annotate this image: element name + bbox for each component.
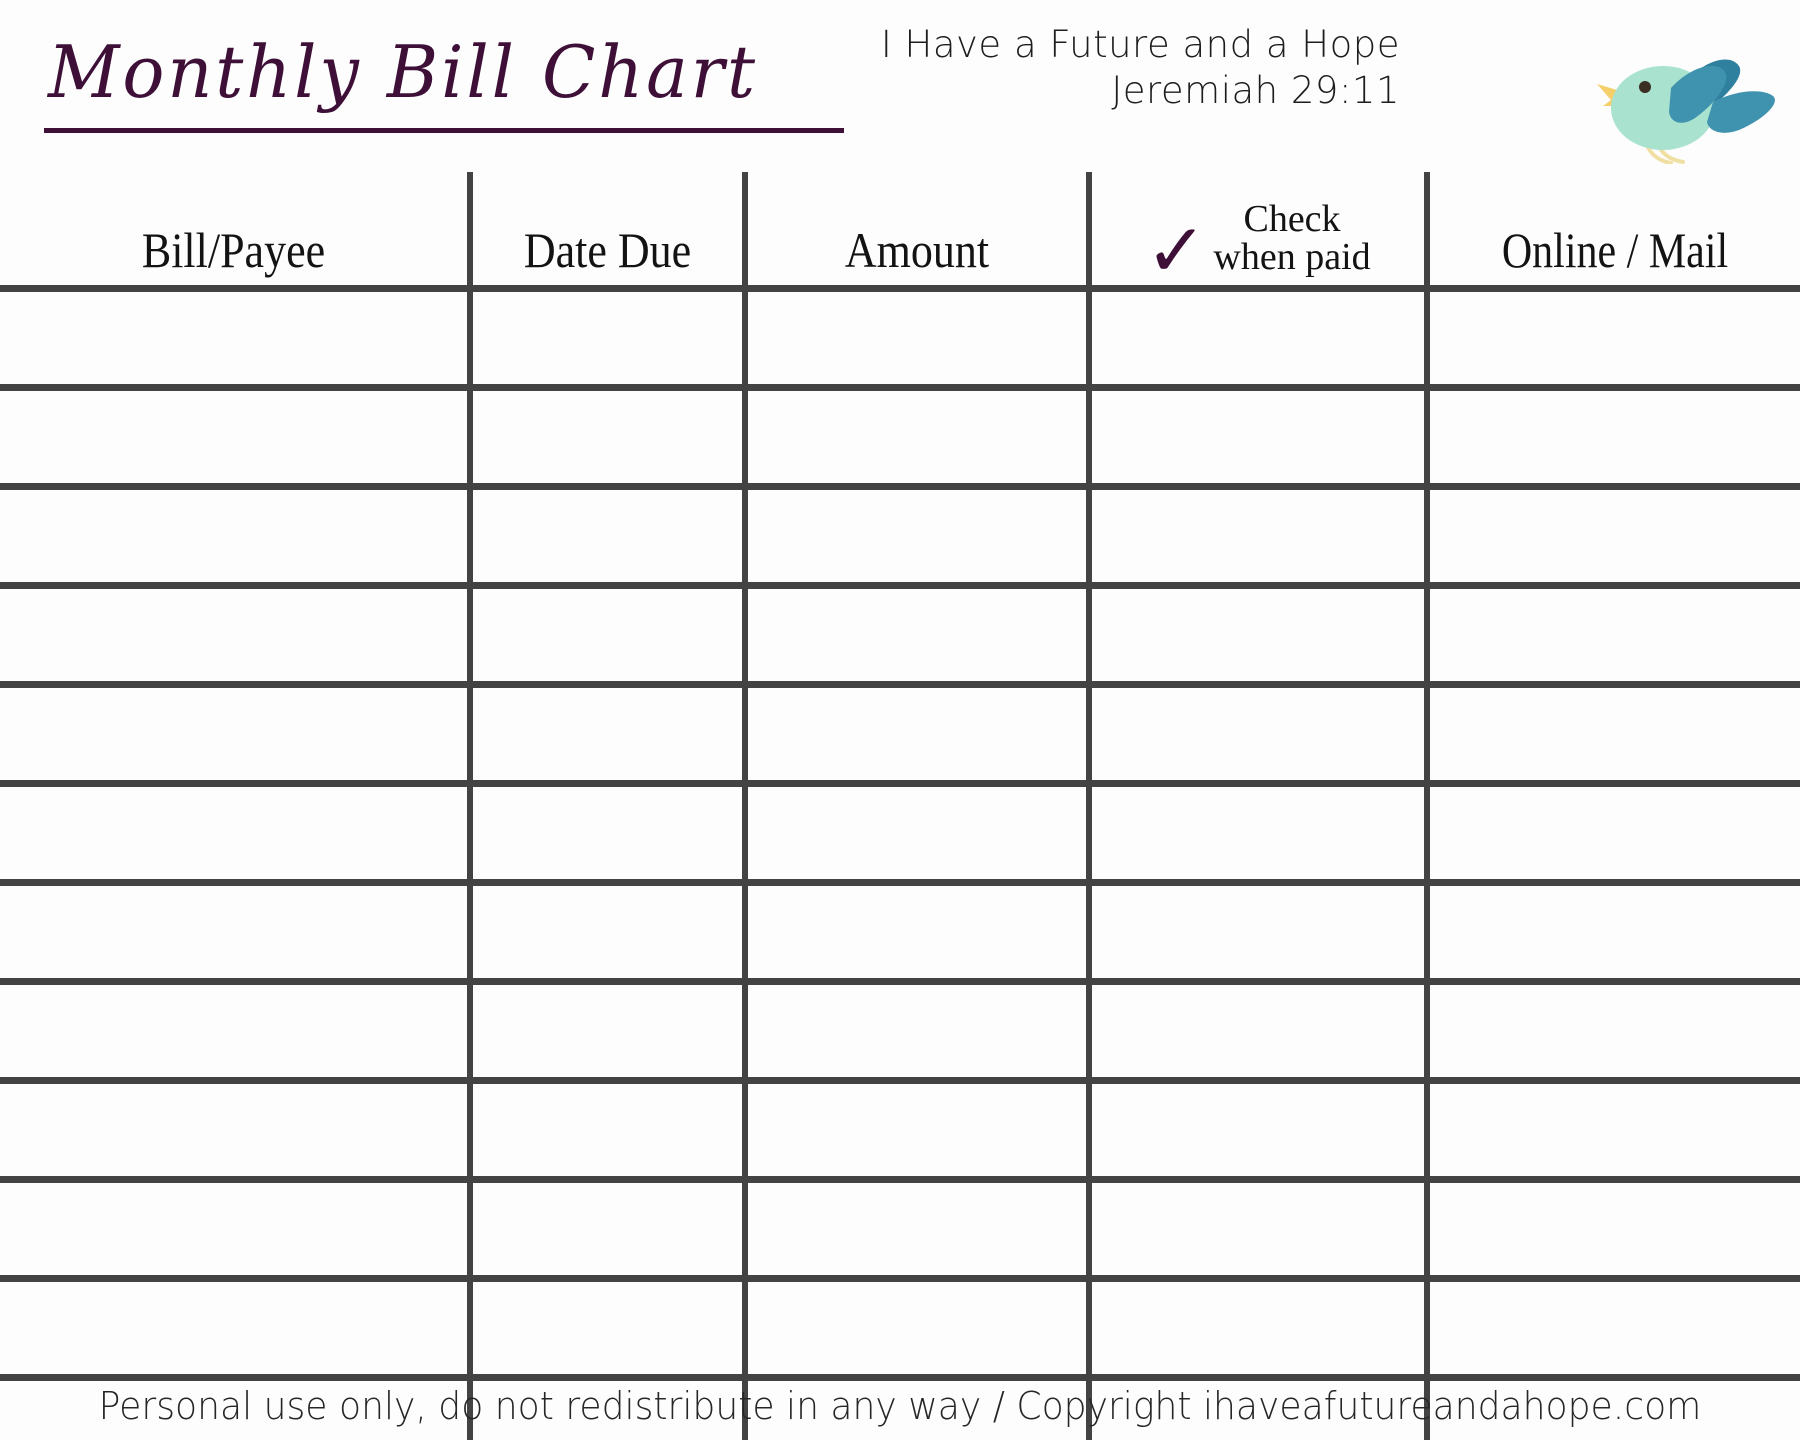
cell-date_due[interactable] xyxy=(470,585,748,688)
title-underline-rule xyxy=(44,128,844,133)
table-row xyxy=(0,981,1800,1084)
column-header-bill-payee-label: Bill/Payee xyxy=(141,222,326,278)
cell-amount[interactable] xyxy=(745,585,1092,688)
cell-bill_payee[interactable] xyxy=(0,684,473,787)
table-row xyxy=(0,684,1800,787)
table-row xyxy=(0,585,1800,688)
cell-online_mail[interactable] xyxy=(1427,1278,1800,1381)
column-header-amount-label: Amount xyxy=(844,222,990,278)
cell-online_mail[interactable] xyxy=(1427,1080,1800,1183)
table-header-row: Bill/Payee Date Due Amount ✓ Check when … xyxy=(0,172,1800,295)
monthly-bill-chart-page: Monthly Bill Chart I Have a Future and a… xyxy=(0,0,1800,1440)
cell-date_due[interactable] xyxy=(470,783,748,886)
cell-check_when_paid[interactable] xyxy=(1089,486,1430,589)
cell-amount[interactable] xyxy=(745,1080,1092,1183)
tagline-line-1: I Have a Future and a Hope xyxy=(880,23,1400,66)
cell-amount[interactable] xyxy=(745,486,1092,589)
cell-online_mail[interactable] xyxy=(1427,684,1800,787)
cell-bill_payee[interactable] xyxy=(0,882,473,985)
column-header-bill-payee: Bill/Payee xyxy=(0,172,473,292)
cell-check_when_paid[interactable] xyxy=(1089,387,1430,490)
cell-bill_payee[interactable] xyxy=(0,981,473,1084)
column-header-date-due-label: Date Due xyxy=(523,222,692,278)
cell-bill_payee[interactable] xyxy=(0,585,473,688)
column-header-amount: Amount xyxy=(745,172,1092,292)
cell-amount[interactable] xyxy=(745,1179,1092,1282)
cell-check_when_paid[interactable] xyxy=(1089,288,1430,391)
cell-online_mail[interactable] xyxy=(1427,1179,1800,1282)
cell-check_when_paid[interactable] xyxy=(1089,1278,1430,1381)
cell-amount[interactable] xyxy=(745,288,1092,391)
checkmark-icon: ✓ xyxy=(1145,208,1208,295)
cell-date_due[interactable] xyxy=(470,486,748,589)
column-header-online-mail-label: Online / Mail xyxy=(1501,222,1729,278)
tagline-line-2: Jeremiah 29:11 xyxy=(1111,69,1400,112)
cell-date_due[interactable] xyxy=(470,882,748,985)
cell-bill_payee[interactable] xyxy=(0,1080,473,1183)
column-header-date-due: Date Due xyxy=(470,172,748,292)
cell-amount[interactable] xyxy=(745,882,1092,985)
column-header-check-when-paid: ✓ Check when paid xyxy=(1089,172,1430,295)
cell-date_due[interactable] xyxy=(470,387,748,490)
page-title: Monthly Bill Chart xyxy=(48,30,758,114)
bill-table: Bill/Payee Date Due Amount ✓ Check when … xyxy=(0,172,1800,1440)
cell-check_when_paid[interactable] xyxy=(1089,783,1430,886)
cell-check_when_paid[interactable] xyxy=(1089,585,1430,688)
cell-date_due[interactable] xyxy=(470,1080,748,1183)
cell-date_due[interactable] xyxy=(470,1278,748,1381)
cell-amount[interactable] xyxy=(745,1278,1092,1381)
column-header-online-mail: Online / Mail xyxy=(1427,172,1800,292)
cell-bill_payee[interactable] xyxy=(0,1179,473,1282)
cell-bill_payee[interactable] xyxy=(0,783,473,886)
footer-copyright-note: Personal use only, do not redistribute i… xyxy=(98,1384,1702,1428)
table-row xyxy=(0,486,1800,589)
cell-online_mail[interactable] xyxy=(1427,486,1800,589)
table-body xyxy=(0,288,1800,1440)
cell-date_due[interactable] xyxy=(470,981,748,1084)
cell-check_when_paid[interactable] xyxy=(1089,1179,1430,1282)
cell-bill_payee[interactable] xyxy=(0,1278,473,1381)
cell-bill_payee[interactable] xyxy=(0,486,473,589)
cell-online_mail[interactable] xyxy=(1427,387,1800,490)
cell-online_mail[interactable] xyxy=(1427,585,1800,688)
cell-date_due[interactable] xyxy=(470,288,748,391)
table-row xyxy=(0,288,1800,391)
cell-check_when_paid[interactable] xyxy=(1089,882,1430,985)
bird-icon xyxy=(1567,44,1782,165)
table-row xyxy=(0,783,1800,886)
cell-bill_payee[interactable] xyxy=(0,387,473,490)
cell-date_due[interactable] xyxy=(470,1179,748,1282)
tagline-block: I Have a Future and a Hope Jeremiah 29:1… xyxy=(700,22,1400,114)
cell-check_when_paid[interactable] xyxy=(1089,684,1430,787)
cell-amount[interactable] xyxy=(745,684,1092,787)
cell-amount[interactable] xyxy=(745,981,1092,1084)
column-header-check-label-line2: when paid xyxy=(1213,236,1371,279)
table-row xyxy=(0,1278,1800,1381)
cell-amount[interactable] xyxy=(745,783,1092,886)
cell-bill_payee[interactable] xyxy=(0,288,473,391)
cell-online_mail[interactable] xyxy=(1427,783,1800,886)
cell-amount[interactable] xyxy=(745,387,1092,490)
table-row xyxy=(0,1080,1800,1183)
cell-online_mail[interactable] xyxy=(1427,288,1800,391)
table-row xyxy=(0,1179,1800,1282)
table-row xyxy=(0,882,1800,985)
cell-online_mail[interactable] xyxy=(1427,882,1800,985)
column-header-check-label-line1: Check xyxy=(1243,197,1341,240)
table-row xyxy=(0,387,1800,490)
page-header: Monthly Bill Chart I Have a Future and a… xyxy=(0,0,1800,172)
cell-check_when_paid[interactable] xyxy=(1089,1080,1430,1183)
cell-online_mail[interactable] xyxy=(1427,981,1800,1084)
cell-date_due[interactable] xyxy=(470,684,748,787)
cell-check_when_paid[interactable] xyxy=(1089,981,1430,1084)
